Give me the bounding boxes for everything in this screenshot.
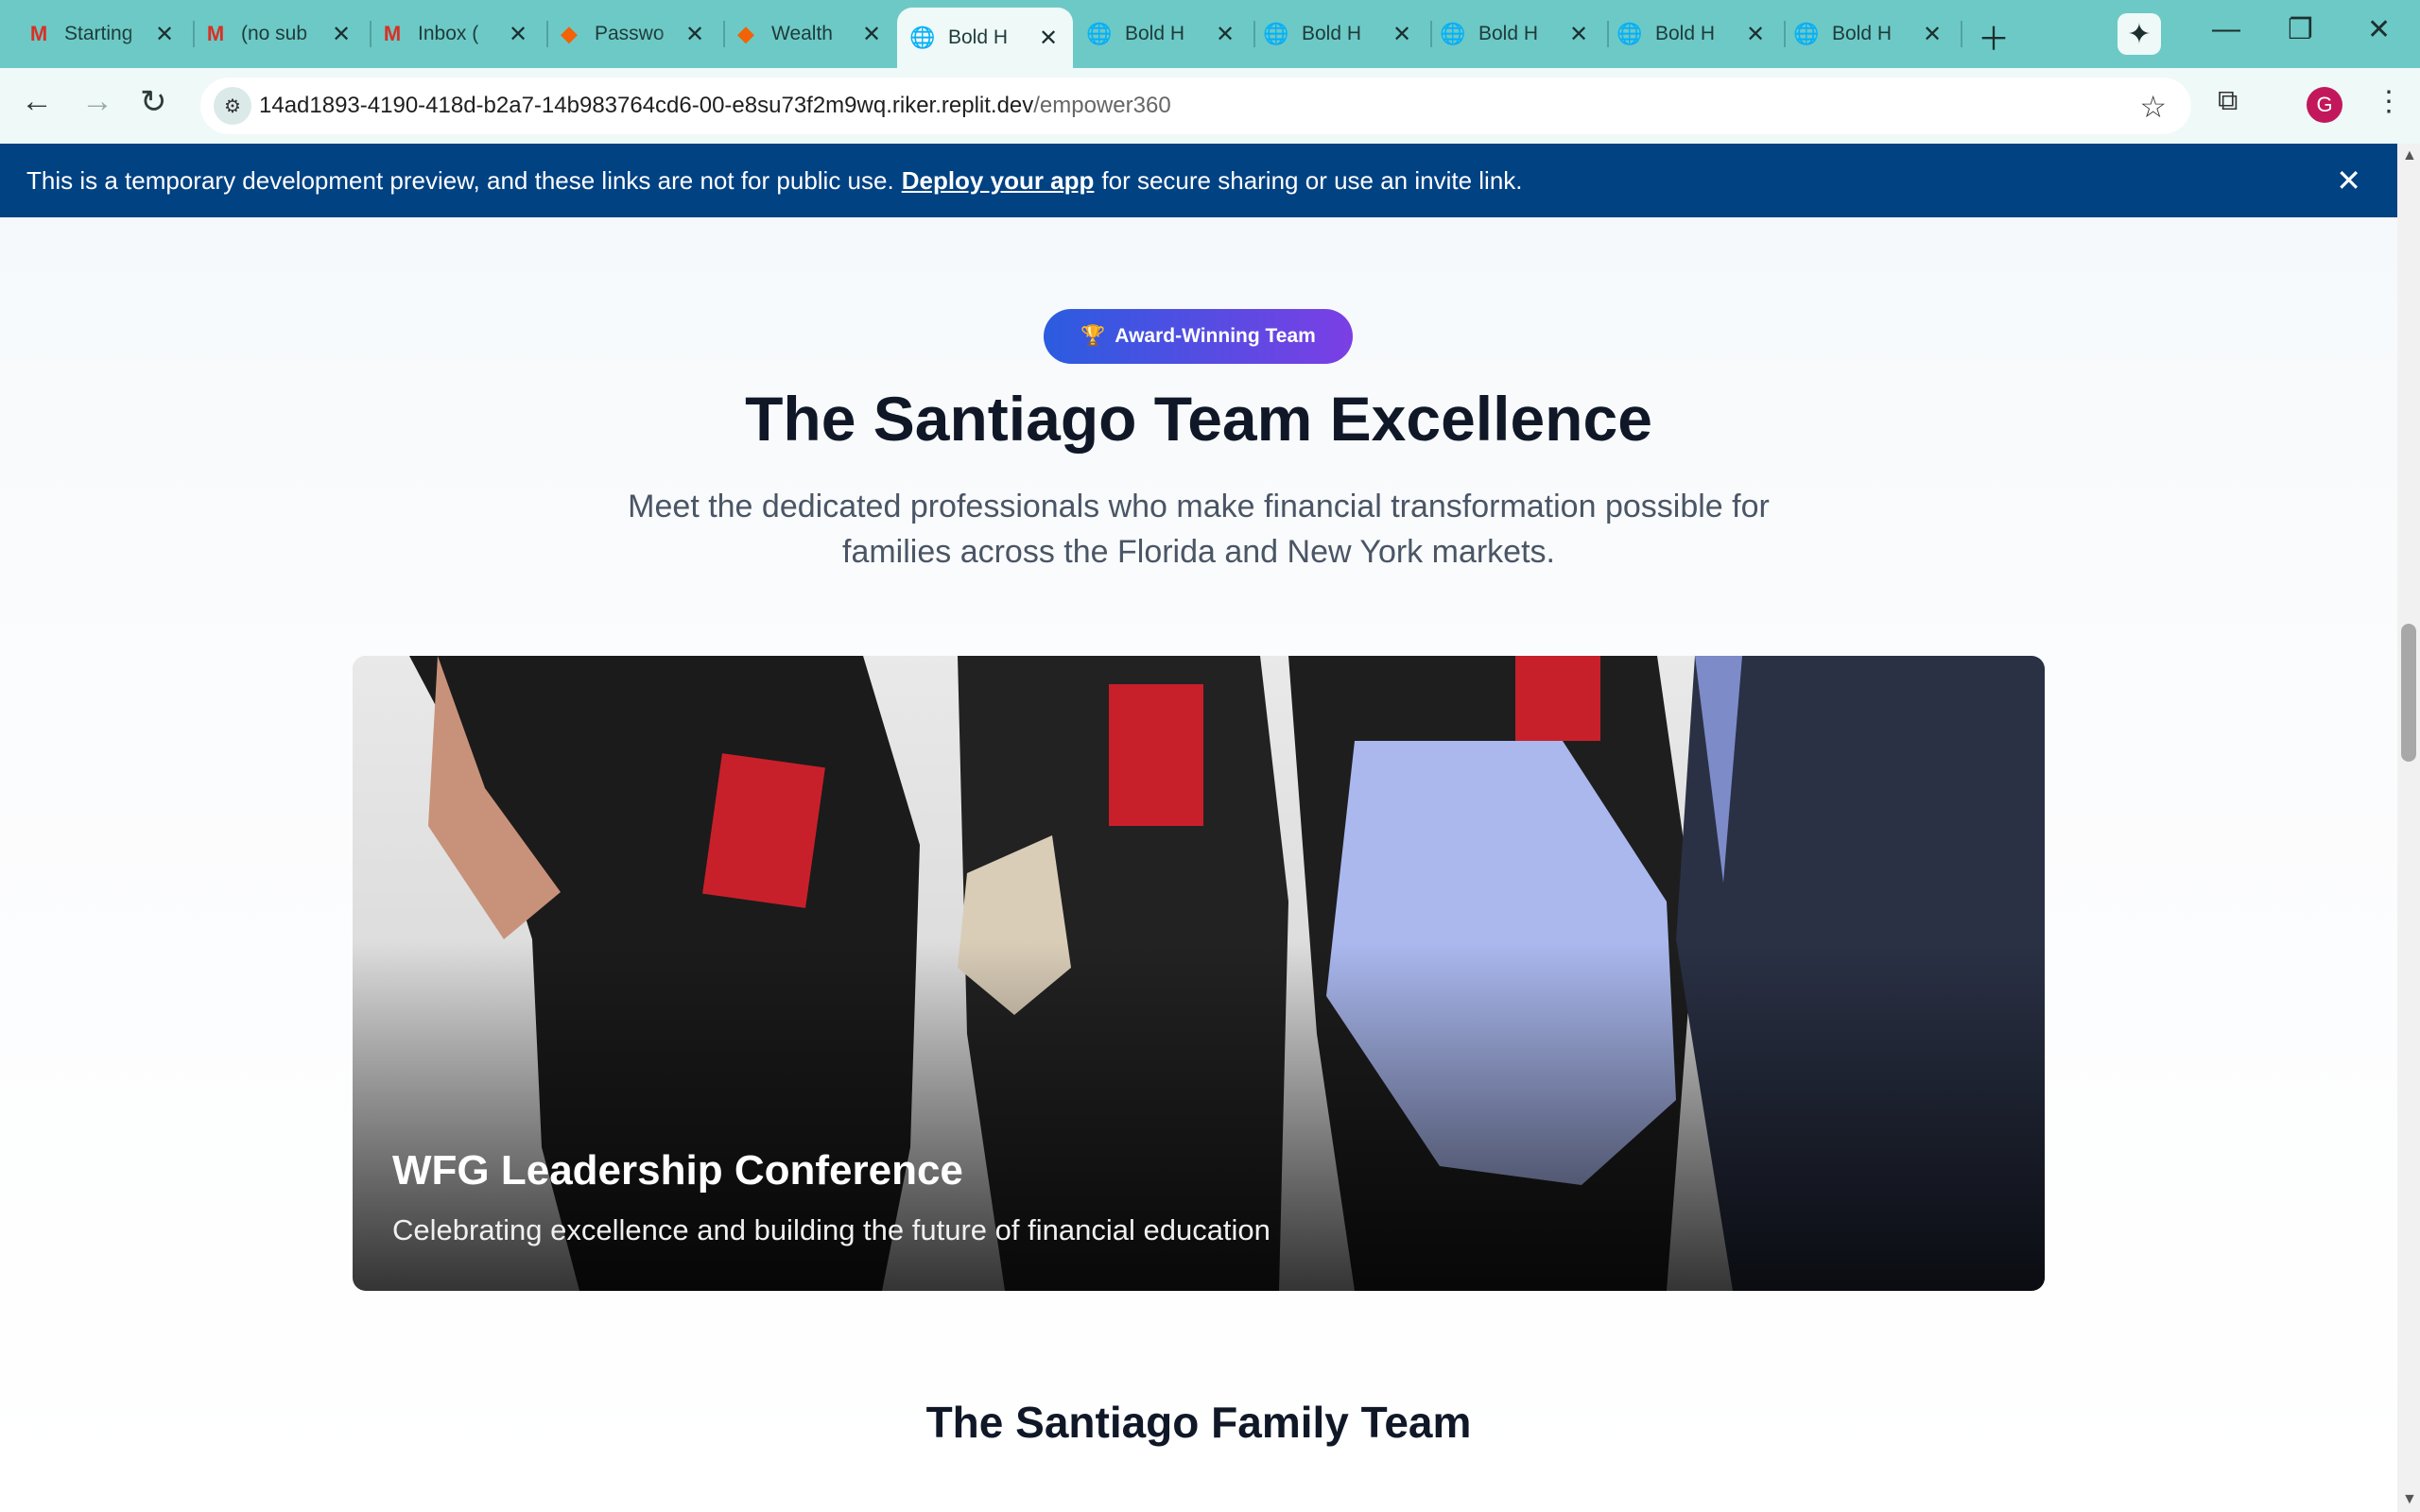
close-window-icon[interactable]: ✕ — [2367, 13, 2391, 46]
section-title: The Santiago Team Excellence — [745, 384, 1652, 454]
scrollbar[interactable]: ▲ ▼ — [2397, 144, 2420, 1512]
tab-4[interactable]: ◆ Wealth ✕ — [720, 9, 896, 59]
menu-kebab-icon[interactable]: ⋮ — [2375, 85, 2403, 118]
page-content: 🏆 Award-Winning Team The Santiago Team E… — [0, 217, 2397, 1512]
tab-close-icon[interactable]: ✕ — [1391, 21, 1413, 48]
tab-6[interactable]: 🌐 Bold H ✕ — [1074, 9, 1250, 59]
minimize-icon[interactable]: — — [2212, 13, 2240, 45]
tab-3[interactable]: ◆ Passwo ✕ — [544, 9, 719, 59]
trophy-icon: 🏆 — [1080, 325, 1106, 347]
tab-10[interactable]: 🌐 Bold H ✕ — [1781, 9, 1957, 59]
tab-label: Wealth — [771, 23, 833, 44]
globe-icon: 🌐 — [909, 26, 936, 49]
tab-label: Bold H — [948, 26, 1009, 48]
tab-separator — [1961, 21, 1962, 47]
globe-icon: 🌐 — [1793, 22, 1820, 45]
gmail-icon: M — [383, 22, 402, 45]
globe-icon: 🌐 — [1616, 22, 1643, 45]
hero-subtitle: Celebrating excellence and building the … — [392, 1213, 1270, 1246]
dev-preview-banner: This is a temporary development preview,… — [0, 144, 2397, 217]
scroll-down-icon[interactable]: ▼ — [2402, 1491, 2417, 1508]
close-icon[interactable]: ✕ — [2336, 163, 2361, 198]
restore-icon[interactable]: ❐ — [2288, 13, 2313, 46]
url-host: 14ad1893-4190-418d-b2a7-14b983764cd6-00-… — [259, 93, 1034, 118]
tab-strip: M Starting ✕ M (no sub ✕ M Inbox ( ✕ ◆ Passwo ✕ ◆ Wea… — [0, 0, 2420, 68]
section-subtitle: Meet the dedicated professionals who mak… — [628, 489, 1770, 570]
gmail-icon: M — [206, 22, 225, 45]
avatar[interactable]: G — [2307, 87, 2342, 123]
tab-label: Inbox ( — [418, 23, 479, 44]
globe-icon: 🌐 — [1086, 22, 1113, 45]
address-bar[interactable]: ⚙ 14ad1893-4190-418d-b2a7-14b983764cd6-0… — [200, 77, 2191, 134]
tab-close-icon[interactable]: ✕ — [1037, 25, 1060, 52]
scrollbar-thumb[interactable] — [2401, 624, 2416, 762]
tab-close-icon[interactable]: ✕ — [1744, 21, 1767, 48]
tab-label: Bold H — [1302, 23, 1362, 44]
family-team-heading: The Santiago Family Team — [925, 1398, 1472, 1447]
tab-close-icon[interactable]: ✕ — [1567, 21, 1590, 48]
tab-search-icon[interactable]: ⧉ — [2218, 85, 2238, 117]
tab-2[interactable]: M Inbox ( ✕ — [367, 9, 543, 59]
banner-text-after: for secure sharing or use an invite link… — [1101, 165, 1523, 195]
tab-label: Starting — [64, 23, 133, 44]
browser-toolbar: ← → ↻ ⚙ 14ad1893-4190-418d-b2a7-14b98376… — [0, 68, 2420, 144]
back-icon[interactable]: ← — [21, 83, 53, 120]
tab-9[interactable]: 🌐 Bold H ✕ — [1604, 9, 1780, 59]
replit-icon: ◆ — [561, 22, 578, 45]
tab-label: Bold H — [1125, 23, 1185, 44]
gmail-icon: M — [29, 22, 48, 45]
tab-close-icon[interactable]: ✕ — [1921, 21, 1944, 48]
tab-0[interactable]: M Starting ✕ — [13, 9, 189, 59]
tab-8[interactable]: 🌐 Bold H ✕ — [1427, 9, 1603, 59]
tab-close-icon[interactable]: ✕ — [153, 21, 176, 48]
tab-label: Bold H — [1655, 23, 1716, 44]
tab-close-icon[interactable]: ✕ — [507, 21, 529, 48]
url-path: /empower360 — [1033, 93, 1171, 118]
award-badge: 🏆 Award-Winning Team — [1044, 309, 1353, 364]
new-tab-button[interactable]: ＋ — [1978, 13, 2010, 60]
banner-text: This is a temporary development preview,… — [26, 165, 894, 195]
badge-label: Award-Winning Team — [1115, 325, 1316, 347]
globe-icon: 🌐 — [1440, 22, 1466, 45]
tab-label: Passwo — [595, 23, 665, 44]
gemini-icon[interactable]: ✦ — [2118, 13, 2161, 55]
tab-label: (no sub — [241, 23, 308, 44]
tab-close-icon[interactable]: ✕ — [1214, 21, 1236, 48]
forward-icon[interactable]: → — [81, 83, 113, 120]
hero-title: WFG Leadership Conference — [392, 1147, 963, 1194]
tab-7[interactable]: 🌐 Bold H ✕ — [1251, 9, 1426, 59]
tab-close-icon[interactable]: ✕ — [860, 21, 883, 48]
tab-1[interactable]: M (no sub ✕ — [190, 9, 366, 59]
replit-icon: ◆ — [737, 22, 754, 45]
scroll-up-icon[interactable]: ▲ — [2402, 147, 2417, 164]
tab-5[interactable]: 🌐 Bold H ✕ — [897, 8, 1073, 68]
site-info-icon[interactable]: ⚙ — [214, 87, 251, 125]
globe-icon: 🌐 — [1263, 22, 1289, 45]
bookmark-star-icon[interactable]: ☆ — [2139, 89, 2167, 125]
tab-label: Bold H — [1478, 23, 1539, 44]
hero-photo-card: WFG Leadership Conference Celebrating ex… — [353, 656, 2045, 1291]
tab-label: Bold H — [1832, 23, 1893, 44]
deploy-link[interactable]: Deploy your app — [902, 166, 1095, 196]
reload-icon[interactable]: ↻ — [140, 83, 167, 121]
tab-close-icon[interactable]: ✕ — [330, 21, 353, 48]
tab-close-icon[interactable]: ✕ — [683, 21, 706, 48]
